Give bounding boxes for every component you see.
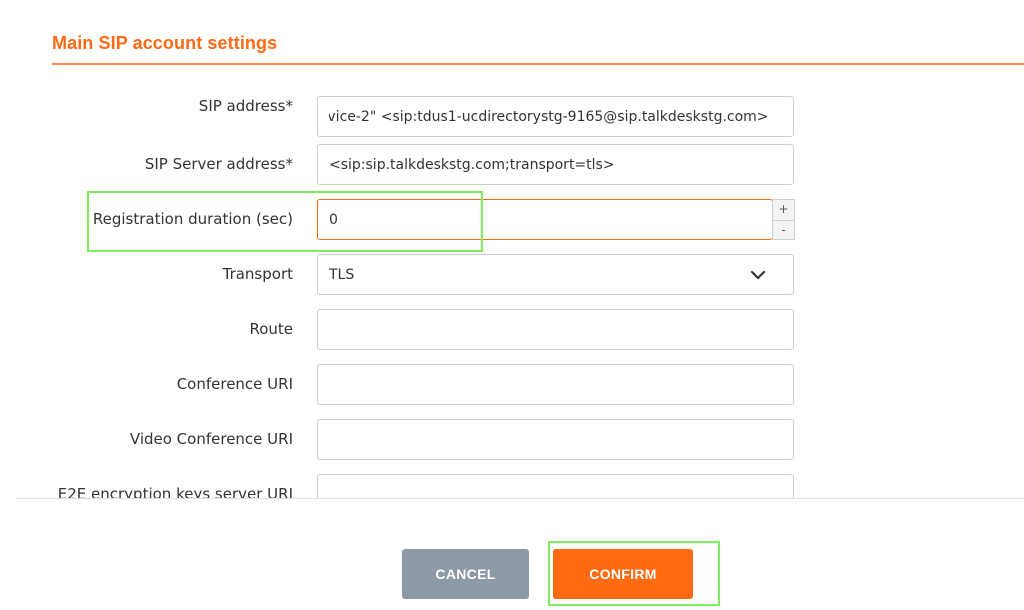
confirm-button[interactable]: CONFIRM	[553, 549, 693, 599]
sip-address-field[interactable]	[317, 96, 794, 137]
sip-server-address-label: SIP Server address*	[144, 155, 293, 173]
sip-server-address-input[interactable]	[318, 145, 793, 184]
conference-uri-row: Conference URI	[0, 364, 1024, 407]
e2e-keys-server-uri-input[interactable]	[318, 475, 793, 498]
form-scroll-area[interactable]: SIP address* SIP Server address* Registr…	[0, 66, 1024, 498]
transport-row: Transport TLS	[0, 254, 1024, 297]
e2e-keys-server-uri-label: E2E encryption keys server URI	[57, 485, 293, 498]
registration-duration-row: Registration duration (sec) + -	[0, 199, 1024, 242]
chevron-down-icon[interactable]	[749, 266, 767, 284]
registration-duration-field[interactable]	[317, 199, 773, 240]
registration-duration-label: Registration duration (sec)	[92, 210, 293, 228]
section-title: Main SIP account settings	[52, 33, 278, 53]
transport-selected-value: TLS	[329, 267, 355, 283]
video-conference-uri-row: Video Conference URI	[0, 419, 1024, 462]
sip-server-address-row: SIP Server address*	[0, 144, 1024, 187]
transport-select[interactable]: TLS	[317, 254, 794, 295]
conference-uri-label: Conference URI	[176, 375, 293, 393]
sip-address-input[interactable]	[318, 97, 793, 136]
cancel-button[interactable]: CANCEL	[402, 549, 529, 599]
conference-uri-input[interactable]	[318, 365, 793, 404]
sip-server-address-field[interactable]	[317, 144, 794, 185]
sip-address-row: SIP address*	[0, 96, 1024, 139]
registration-duration-spinner: + -	[772, 199, 795, 240]
route-field[interactable]	[317, 309, 794, 350]
registration-duration-input[interactable]	[318, 200, 772, 239]
video-conference-uri-label: Video Conference URI	[129, 430, 293, 448]
e2e-keys-server-uri-field[interactable]	[317, 474, 794, 498]
route-input[interactable]	[318, 310, 793, 349]
video-conference-uri-input[interactable]	[318, 420, 793, 459]
footer-divider	[15, 498, 1024, 499]
route-row: Route	[0, 309, 1024, 352]
sip-address-label: SIP address*	[198, 97, 293, 115]
increment-button[interactable]: +	[773, 200, 794, 221]
section-divider	[52, 63, 1024, 65]
video-conference-uri-field[interactable]	[317, 419, 794, 460]
decrement-button[interactable]: -	[773, 221, 794, 241]
route-label: Route	[249, 320, 293, 338]
e2e-keys-server-uri-row: E2E encryption keys server URI	[0, 474, 1024, 498]
transport-label: Transport	[222, 265, 293, 283]
conference-uri-field[interactable]	[317, 364, 794, 405]
